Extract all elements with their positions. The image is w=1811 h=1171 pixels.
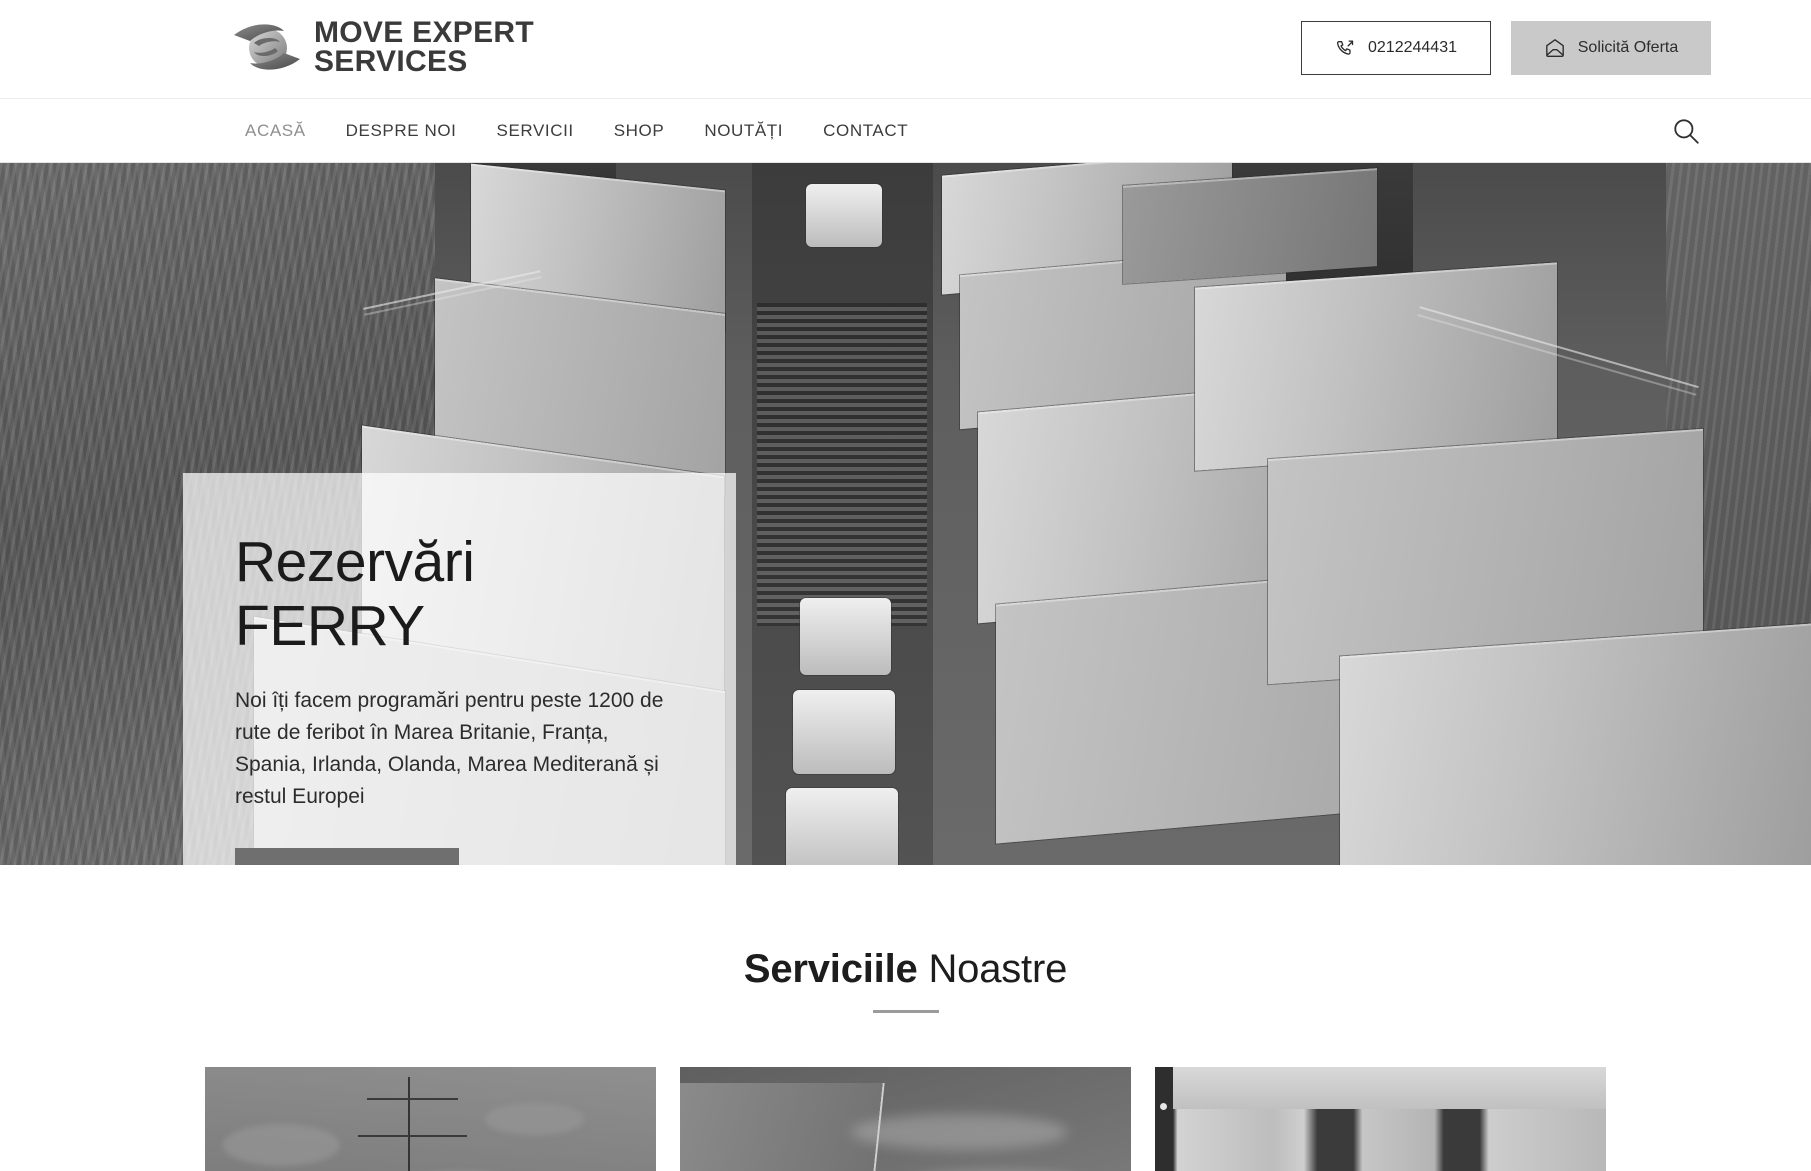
vehicle-car bbox=[793, 689, 895, 774]
request-offer-button[interactable]: Solicită Oferta bbox=[1511, 21, 1711, 75]
service-card[interactable] bbox=[205, 1067, 656, 1171]
nav-item-acasa[interactable]: ACASĂ bbox=[225, 121, 326, 141]
hero-title-line-2: FERRY bbox=[235, 593, 425, 658]
search-icon[interactable] bbox=[1666, 111, 1706, 151]
envelope-icon bbox=[1544, 38, 1566, 58]
pylon-crossarm bbox=[367, 1098, 458, 1101]
cloud-shape bbox=[223, 1124, 341, 1166]
hero-title: Rezervări FERRY bbox=[235, 530, 684, 659]
site-header: MOVE EXPERT SERVICES 0212244431 Solicită… bbox=[0, 0, 1811, 98]
pylon-crossarm bbox=[358, 1134, 467, 1137]
nav-item-shop[interactable]: SHOP bbox=[594, 121, 685, 141]
services-title-light: Noastre bbox=[917, 947, 1068, 991]
logo-line-2: SERVICES bbox=[314, 45, 468, 79]
container-roof bbox=[1173, 1067, 1606, 1109]
nav-item-contact[interactable]: CONTACT bbox=[803, 121, 928, 141]
nav-item-servicii[interactable]: SERVICII bbox=[477, 121, 594, 141]
cloud-shape bbox=[484, 1103, 584, 1135]
nav-item-despre-noi[interactable]: DESPRE NOI bbox=[326, 121, 477, 141]
phone-button[interactable]: 0212244431 bbox=[1301, 21, 1491, 75]
services-title-bold: Serviciile bbox=[743, 947, 918, 991]
section-divider bbox=[872, 1010, 939, 1013]
vehicle-car bbox=[800, 598, 891, 676]
vehicle-car bbox=[785, 787, 899, 865]
vehicle-car bbox=[805, 184, 882, 248]
nav-item-list: ACASĂ DESPRE NOI SERVICII SHOP NOUTĂȚI C… bbox=[225, 121, 928, 141]
request-offer-label: Solicită Oferta bbox=[1577, 39, 1679, 56]
phone-number-label: 0212244431 bbox=[1368, 39, 1457, 56]
service-card[interactable] bbox=[680, 1067, 1131, 1171]
services-heading-block: Serviciile Noastre bbox=[0, 947, 1811, 1013]
cloud-wisp bbox=[851, 1113, 1068, 1151]
deck-grating bbox=[756, 303, 928, 627]
logo[interactable]: MOVE EXPERT SERVICES bbox=[232, 16, 535, 79]
logo-wordmark: MOVE EXPERT SERVICES bbox=[314, 16, 535, 79]
service-card[interactable] bbox=[1155, 1067, 1606, 1171]
hero-cta-button[interactable]: Află mai multe bbox=[235, 848, 459, 865]
services-card-grid bbox=[0, 1067, 1811, 1171]
truck-trailer bbox=[1340, 623, 1811, 865]
main-navigation: ACASĂ DESPRE NOI SERVICII SHOP NOUTĂȚI C… bbox=[0, 98, 1811, 163]
phone-outgoing-icon bbox=[1335, 38, 1356, 59]
swoosh-logo-icon bbox=[232, 18, 302, 76]
services-title: Serviciile Noastre bbox=[0, 947, 1811, 992]
truck-silhouette bbox=[680, 1082, 884, 1171]
logo-line-1: MOVE EXPERT bbox=[314, 16, 535, 49]
services-section: Serviciile Noastre bbox=[0, 865, 1811, 1171]
pylon-mast bbox=[407, 1077, 410, 1171]
hero-description: Noi îți facem programări pentru peste 12… bbox=[235, 688, 664, 809]
hero-banner: Rezervări FERRY Noi îți facem programări… bbox=[0, 163, 1811, 865]
nav-item-noutati[interactable]: NOUTĂȚI bbox=[684, 121, 803, 141]
container-bolt bbox=[1160, 1103, 1168, 1111]
truck-trailer bbox=[1122, 168, 1377, 285]
truck-trailer bbox=[1195, 262, 1558, 471]
header-actions: 0212244431 Solicită Oferta bbox=[1301, 21, 1711, 75]
hero-text-panel: Rezervări FERRY Noi îți facem programări… bbox=[183, 473, 736, 865]
hero-title-line-1: Rezervări bbox=[235, 530, 475, 594]
